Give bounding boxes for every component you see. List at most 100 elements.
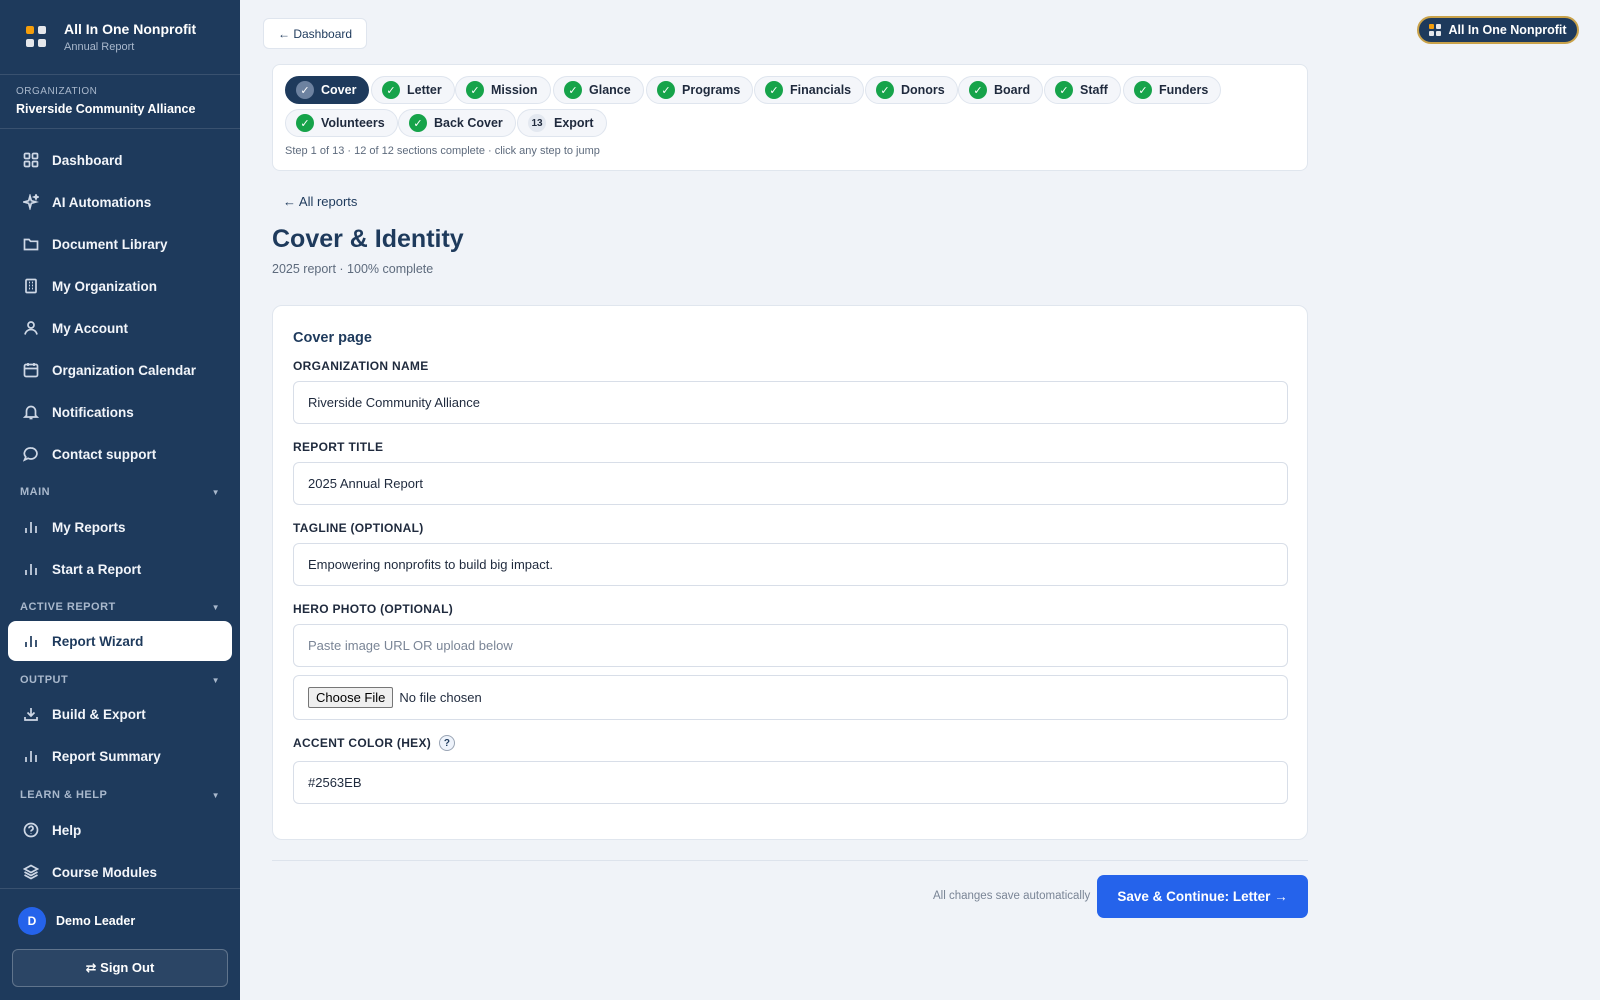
step-financials[interactable]: ✓ Financials	[754, 76, 865, 104]
org-name-label: ORGANIZATION NAME	[293, 359, 429, 373]
step-label: Funders	[1159, 83, 1209, 97]
section-header-output[interactable]: OUTPUT ▼	[20, 674, 220, 686]
step-programs[interactable]: ✓ Programs	[646, 76, 754, 104]
step-label: Export	[554, 116, 594, 130]
organization-name: Riverside Community Alliance	[16, 102, 196, 116]
check-icon: ✓	[296, 114, 314, 132]
help-icon[interactable]: ?	[439, 735, 456, 751]
sidebar-item-my-account[interactable]: My Account	[8, 308, 232, 348]
step-volunteers[interactable]: ✓ Volunteers	[285, 109, 398, 137]
sidebar-item-label: AI Automations	[52, 194, 152, 210]
step-staff[interactable]: ✓ Staff	[1044, 76, 1121, 104]
hero-photo-url-input[interactable]	[293, 624, 1288, 667]
brand-pill-label: All In One Nonprofit	[1448, 23, 1567, 37]
sidebar-item-start-a-report[interactable]: Start a Report	[8, 549, 232, 589]
step-back-cover[interactable]: ✓ Back Cover	[398, 109, 516, 137]
step-number: 13	[528, 114, 546, 132]
dashboard-button[interactable]: ← Dashboard	[263, 18, 368, 49]
step-label: Financials	[790, 83, 852, 97]
step-label: Back Cover	[434, 116, 503, 130]
step-export[interactable]: 13 Export	[517, 109, 607, 137]
step-board[interactable]: ✓ Board	[958, 76, 1044, 104]
sidebar-item-notifications[interactable]: Notifications	[8, 392, 232, 432]
check-icon: ✓	[657, 81, 675, 99]
footer-divider	[272, 860, 1308, 861]
sign-out-button[interactable]: ⇄ Sign Out	[12, 949, 228, 987]
sidebar-item-label: Document Library	[52, 236, 168, 252]
sidebar-item-report-summary[interactable]: Report Summary	[8, 736, 232, 776]
page-subtitle: 2025 report · 100% complete	[272, 262, 434, 276]
brand-pill[interactable]: All In One Nonprofit	[1417, 16, 1579, 44]
sidebar-item-contact-support[interactable]: Contact support	[8, 434, 232, 474]
section-header-learn-help[interactable]: LEARN & HELP ▼	[20, 789, 220, 801]
divider	[0, 888, 240, 889]
sparkles-icon	[22, 193, 40, 211]
tagline-input[interactable]	[293, 543, 1288, 586]
user-name: Demo Leader	[56, 914, 136, 928]
check-icon: ✓	[409, 114, 427, 132]
app-subtitle: Annual Report	[64, 41, 135, 53]
accent-color-input[interactable]	[293, 761, 1288, 804]
download-icon	[22, 705, 40, 723]
sidebar-item-course-modules[interactable]: Course Modules	[8, 852, 232, 892]
sidebar-item-label: Build & Export	[52, 706, 146, 722]
sidebar-item-document-library[interactable]: Document Library	[8, 224, 232, 264]
choose-file-button[interactable]: Choose File	[308, 687, 394, 708]
sidebar-item-build-export[interactable]: Build & Export	[8, 694, 232, 734]
sidebar-item-help[interactable]: Help	[8, 810, 232, 850]
chevron-down-icon: ▼	[211, 602, 220, 612]
sidebar-item-label: Contact support	[52, 446, 157, 462]
check-icon: ✓	[296, 81, 314, 99]
save-continue-button[interactable]: Save & Continue: Letter →	[1097, 875, 1308, 918]
dashboard-icon	[22, 151, 40, 169]
check-icon: ✓	[969, 81, 987, 99]
sidebar-item-label: My Reports	[52, 519, 126, 535]
step-letter[interactable]: ✓ Letter	[371, 76, 455, 104]
app-logo-icon	[26, 26, 48, 48]
all-reports-link[interactable]: ← All reports	[283, 194, 357, 209]
sidebar-item-dashboard[interactable]: Dashboard	[8, 140, 232, 180]
sidebar: All In One Nonprofit Annual Report Organ…	[0, 0, 240, 1000]
steps-progress-note: Step 1 of 13 · 12 of 12 sections complet…	[285, 145, 600, 157]
check-icon: ✓	[876, 81, 894, 99]
step-funders[interactable]: ✓ Funders	[1123, 76, 1222, 104]
section-title: ACTIVE REPORT	[20, 601, 116, 613]
section-title: MAIN	[20, 486, 51, 498]
sidebar-item-report-wizard[interactable]: Report Wizard	[8, 621, 232, 661]
sidebar-item-my-organization[interactable]: My Organization	[8, 266, 232, 306]
sidebar-item-my-reports[interactable]: My Reports	[8, 507, 232, 547]
step-donors[interactable]: ✓ Donors	[865, 76, 958, 104]
step-label: Programs	[682, 83, 741, 97]
brand[interactable]: All In One Nonprofit Annual Report	[0, 0, 240, 75]
accent-color-label-row: ACCENT COLOR (HEX) ?	[293, 735, 456, 751]
step-label: Volunteers	[321, 116, 385, 130]
section-header-main[interactable]: MAIN ▼	[20, 486, 220, 498]
organization-label: Organization	[16, 86, 98, 97]
section-header-active-report[interactable]: ACTIVE REPORT ▼	[20, 601, 220, 613]
bell-icon	[22, 403, 40, 421]
sidebar-item-ai-automations[interactable]: AI Automations	[8, 182, 232, 222]
bar-chart-icon	[22, 560, 40, 578]
step-glance[interactable]: ✓ Glance	[553, 76, 644, 104]
check-icon: ✓	[1134, 81, 1152, 99]
sidebar-item-organization-calendar[interactable]: Organization Calendar	[8, 350, 232, 390]
section-title: LEARN & HELP	[20, 789, 108, 801]
step-cover[interactable]: ✓ Cover	[285, 76, 370, 104]
check-icon: ✓	[1055, 81, 1073, 99]
report-title-input[interactable]	[293, 462, 1288, 505]
sidebar-item-label: Report Summary	[52, 748, 161, 764]
user-profile[interactable]: D Demo Leader	[18, 907, 135, 935]
sidebar-item-label: My Account	[52, 320, 129, 336]
hero-photo-label: HERO PHOTO (OPTIONAL)	[293, 602, 454, 616]
step-label: Glance	[589, 83, 631, 97]
step-label: Board	[994, 83, 1031, 97]
report-title-label: REPORT TITLE	[293, 440, 384, 454]
org-name-input[interactable]	[293, 381, 1288, 424]
page-title: Cover & Identity	[272, 225, 464, 253]
hero-photo-file-input: Choose File No file chosen	[293, 675, 1288, 720]
step-mission[interactable]: ✓ Mission	[455, 76, 551, 104]
folder-icon	[22, 235, 40, 253]
step-label: Letter	[407, 83, 442, 97]
help-circle-icon	[22, 821, 40, 839]
check-icon: ✓	[564, 81, 582, 99]
